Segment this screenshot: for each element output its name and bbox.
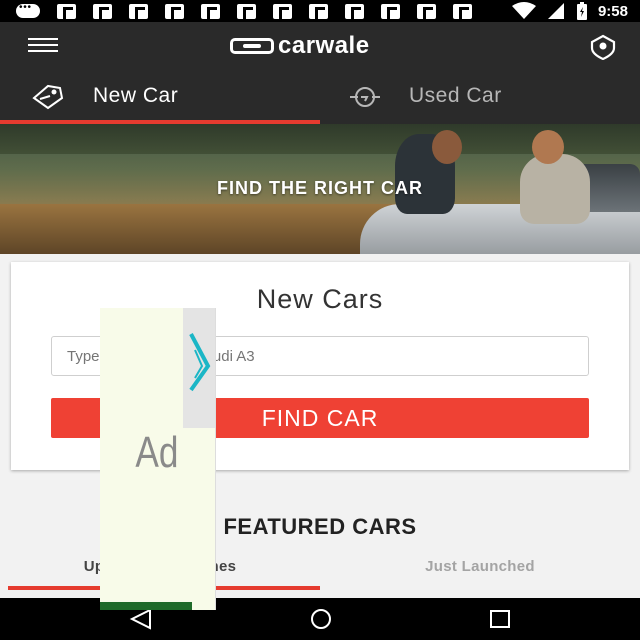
- featured-tabs: Upcoming Launches Just Launched: [0, 552, 640, 592]
- flipboard-icon: [129, 3, 148, 19]
- notification-icons: [0, 2, 472, 19]
- back-icon[interactable]: [128, 608, 154, 630]
- tab-just-launched[interactable]: Just Launched: [320, 558, 640, 575]
- featured-cars-title: FEATURED CARS: [223, 514, 417, 539]
- tab-new-car-label: New Car: [93, 84, 179, 107]
- signal-icon: [547, 3, 564, 19]
- flipboard-icon: [309, 3, 328, 19]
- wifi-icon: [511, 2, 536, 19]
- screen: 9:58 carwale New Car: [0, 0, 640, 640]
- tab-used-car[interactable]: Used Car: [320, 70, 640, 124]
- car-type-tabs: New Car Used Car: [0, 70, 640, 124]
- flipboard-icon: [417, 3, 436, 19]
- flipboard-icon: [165, 3, 184, 19]
- ad-label: Ad: [135, 428, 179, 477]
- hero-banner: FIND THE RIGHT CAR: [0, 124, 640, 254]
- status-time: 9:58: [597, 2, 628, 20]
- flipboard-icon: [345, 3, 364, 19]
- chat-icon: [16, 2, 40, 18]
- hero-title: FIND THE RIGHT CAR: [217, 178, 423, 198]
- new-car-tag-icon: [32, 84, 64, 110]
- tab-new-car[interactable]: New Car: [0, 70, 320, 124]
- brand-logo: carwale: [230, 32, 370, 60]
- flipboard-icon: [93, 3, 112, 19]
- ad-banner[interactable]: Ad: [100, 308, 215, 610]
- flipboard-icon: [381, 3, 400, 19]
- ad-choices-icon[interactable]: [188, 330, 212, 394]
- status-bar: 9:58: [0, 0, 640, 22]
- flipboard-icon: [273, 3, 292, 19]
- tab-used-car-label: Used Car: [409, 84, 502, 107]
- home-icon[interactable]: [306, 608, 336, 630]
- menu-icon[interactable]: [28, 38, 58, 54]
- used-car-icon: [350, 87, 380, 107]
- carwale-logo-icon: [230, 38, 274, 54]
- flipboard-icon: [57, 3, 76, 19]
- flipboard-icon: [237, 3, 256, 19]
- app-bar: carwale: [0, 22, 640, 70]
- status-right: 9:58: [511, 2, 640, 20]
- recents-icon[interactable]: [487, 608, 513, 630]
- system-nav-bar: [0, 598, 640, 640]
- battery-icon: [576, 2, 587, 20]
- flipboard-icon: [201, 3, 220, 19]
- flipboard-icon: [453, 3, 472, 19]
- location-icon[interactable]: [590, 34, 616, 60]
- brand-name: carwale: [278, 32, 370, 59]
